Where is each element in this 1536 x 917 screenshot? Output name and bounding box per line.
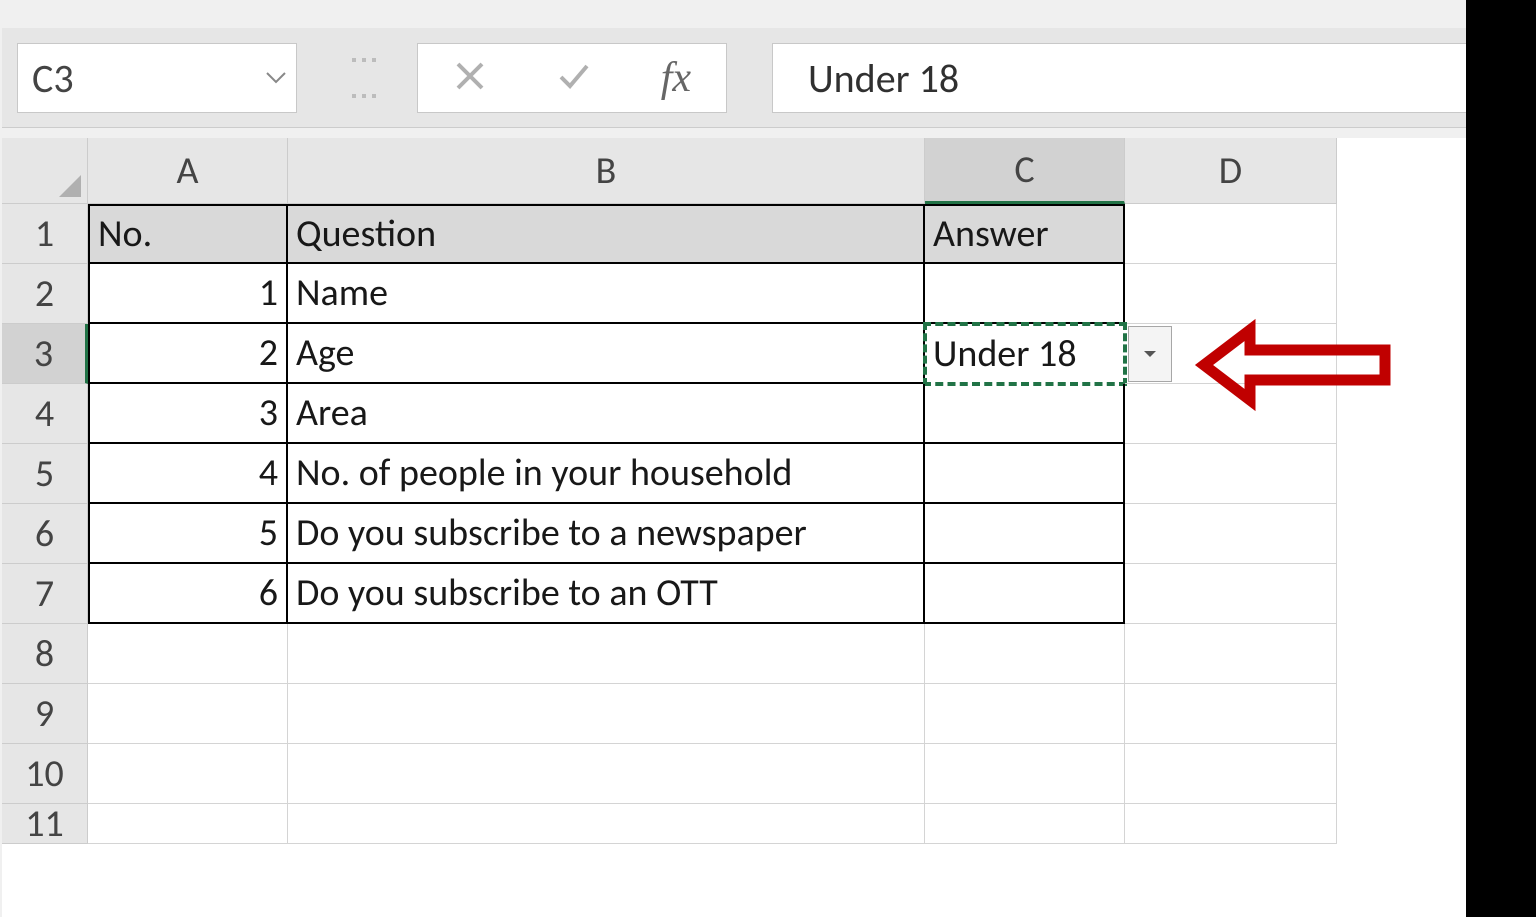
row-header-7[interactable]: 7 [2, 564, 88, 624]
cell-b4[interactable]: Area [288, 384, 925, 444]
cell-c4[interactable] [925, 384, 1125, 444]
insert-function-button[interactable]: fx [661, 54, 691, 102]
cell-d8[interactable] [1125, 624, 1337, 684]
col-header-d[interactable]: D [1125, 138, 1337, 204]
cell-a1[interactable]: No. [88, 204, 288, 264]
row-header-10[interactable]: 10 [2, 744, 88, 804]
row-header-1[interactable]: 1 [2, 204, 88, 264]
cell-a2[interactable]: 1 [88, 264, 288, 324]
cell-b2[interactable]: Name [288, 264, 925, 324]
row-headers: 1 2 3 4 5 6 7 8 9 10 11 [2, 204, 88, 844]
row-header-9[interactable]: 9 [2, 684, 88, 744]
chevron-down-icon [1142, 348, 1158, 360]
cell-a8[interactable] [88, 624, 288, 684]
cell-b3[interactable]: Age [288, 324, 925, 384]
cell-b8[interactable] [288, 624, 925, 684]
cell-b11[interactable] [288, 804, 925, 844]
formula-input[interactable]: Under 18 [772, 43, 1524, 113]
cell-a3[interactable]: 2 [88, 324, 288, 384]
row-header-11[interactable]: 11 [2, 804, 88, 844]
cell-b5[interactable]: No. of people in your household [288, 444, 925, 504]
row-header-6[interactable]: 6 [2, 504, 88, 564]
x-icon [453, 59, 487, 93]
check-icon [557, 59, 591, 93]
cell-b10[interactable] [288, 744, 925, 804]
row-header-5[interactable]: 5 [2, 444, 88, 504]
cell-c7[interactable] [925, 564, 1125, 624]
col-header-b[interactable]: B [288, 138, 925, 204]
formula-bar: C3 fx Under 18 [2, 28, 1536, 128]
cell-c9[interactable] [925, 684, 1125, 744]
cell-c11[interactable] [925, 804, 1125, 844]
cell-d2[interactable] [1125, 264, 1337, 324]
formula-bar-resize-handle[interactable] [344, 58, 384, 98]
cell-d11[interactable] [1125, 804, 1337, 844]
formula-input-value: Under 18 [808, 54, 959, 103]
cell-a7[interactable]: 6 [88, 564, 288, 624]
black-side-panel [1466, 0, 1536, 917]
data-validation-dropdown[interactable] [1128, 326, 1172, 382]
cell-c2[interactable] [925, 264, 1125, 324]
name-box-value: C3 [32, 54, 74, 103]
row-header-3[interactable]: 3 [2, 324, 88, 384]
select-all-button[interactable] [2, 138, 88, 204]
name-box-dropdown[interactable] [256, 43, 296, 113]
cell-b7[interactable]: Do you subscribe to an OTT [288, 564, 925, 624]
cell-c5[interactable] [925, 444, 1125, 504]
cell-c1[interactable]: Answer [925, 204, 1125, 264]
col-header-a[interactable]: A [88, 138, 288, 204]
row-header-4[interactable]: 4 [2, 384, 88, 444]
cells-area: No. Question Answer 1 Name 2 Age Under 1… [88, 204, 1337, 844]
row-header-2[interactable]: 2 [2, 264, 88, 324]
cell-a5[interactable]: 4 [88, 444, 288, 504]
chevron-down-icon [266, 71, 286, 85]
cell-b1[interactable]: Question [288, 204, 925, 264]
cell-b9[interactable] [288, 684, 925, 744]
cell-d4[interactable] [1125, 384, 1337, 444]
spreadsheet-grid: A B C D 1 2 3 4 5 6 7 8 9 10 11 No. Ques… [2, 138, 1536, 917]
cell-d7[interactable] [1125, 564, 1337, 624]
cell-a9[interactable] [88, 684, 288, 744]
cell-c10[interactable] [925, 744, 1125, 804]
cell-d9[interactable] [1125, 684, 1337, 744]
row-header-8[interactable]: 8 [2, 624, 88, 684]
cell-d1[interactable] [1125, 204, 1337, 264]
cell-a6[interactable]: 5 [88, 504, 288, 564]
name-box[interactable]: C3 [17, 43, 297, 113]
column-headers: A B C D [88, 138, 1337, 204]
formula-buttons: fx [417, 43, 727, 113]
cell-c8[interactable] [925, 624, 1125, 684]
cancel-button[interactable] [453, 59, 487, 98]
cell-d10[interactable] [1125, 744, 1337, 804]
cell-b6[interactable]: Do you subscribe to a newspaper [288, 504, 925, 564]
col-header-c[interactable]: C [925, 138, 1125, 204]
cell-c6[interactable] [925, 504, 1125, 564]
cell-d6[interactable] [1125, 504, 1337, 564]
cell-a10[interactable] [88, 744, 288, 804]
cell-a11[interactable] [88, 804, 288, 844]
enter-button[interactable] [557, 59, 591, 98]
cell-a4[interactable]: 3 [88, 384, 288, 444]
cell-c3[interactable]: Under 18 [925, 324, 1125, 384]
cell-d5[interactable] [1125, 444, 1337, 504]
